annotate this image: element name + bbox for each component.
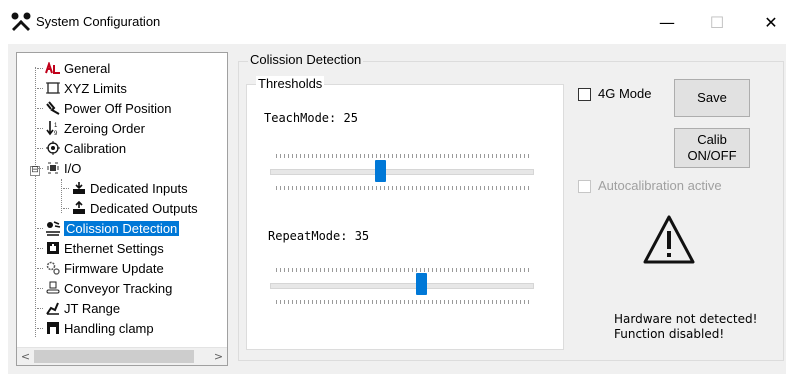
close-button[interactable]: ✕ xyxy=(748,0,794,44)
tree-item-label: Firmware Update xyxy=(64,260,164,276)
tree-item-collision-detection[interactable]: Colission Detection xyxy=(37,218,180,238)
repeat-mode-slider-track[interactable] xyxy=(270,283,534,289)
xyz-limits-icon xyxy=(45,80,61,96)
dedicated-outputs-icon xyxy=(71,200,87,216)
4g-mode-label: 4G Mode xyxy=(598,86,652,101)
warning-triangle-icon xyxy=(643,215,695,264)
tree-item-label: General xyxy=(64,60,111,76)
tree-item-label: Colission Detection xyxy=(64,220,180,236)
calib-label-line2: ON/OFF xyxy=(687,148,737,163)
tree-item-handling-clamp[interactable]: Handling clamp xyxy=(37,318,154,338)
calibration-icon xyxy=(45,140,61,156)
teach-mode-label: TeachMode: 25 xyxy=(264,111,358,125)
window-title: System Configuration xyxy=(36,14,161,29)
calib-label-line1: Calib xyxy=(697,132,727,147)
tree-item-jt-range[interactable]: JT Range xyxy=(37,298,120,318)
collision-detection-title: Colission Detection xyxy=(248,52,364,67)
warning-message-line2: Function disabled! xyxy=(614,327,725,341)
scroll-thumb[interactable] xyxy=(34,350,194,363)
tree-item-general[interactable]: General xyxy=(37,58,110,78)
clamp-icon xyxy=(45,320,61,336)
svg-text:9: 9 xyxy=(54,131,58,136)
conveyor-icon xyxy=(45,280,61,296)
autocalibration-label: Autocalibration active xyxy=(598,178,722,193)
tree-item-label: Dedicated Outputs xyxy=(90,200,198,216)
repeat-ticks-top xyxy=(276,268,532,272)
repeat-mode-label: RepeatMode: 35 xyxy=(268,229,370,243)
tree-item-label: Calibration xyxy=(64,140,127,156)
dedicated-inputs-icon xyxy=(71,180,87,196)
tree-item-dedicated-outputs[interactable]: Dedicated Outputs xyxy=(63,198,198,218)
settings-tree[interactable]: ⊟ General XYZ Limits Power Off Position … xyxy=(16,52,228,366)
autocalibration-checkbox[interactable] xyxy=(578,180,591,193)
tree-item-xyz-limits[interactable]: XYZ Limits xyxy=(37,78,127,98)
general-icon xyxy=(45,60,61,76)
save-button[interactable]: Save xyxy=(674,79,750,117)
repeat-mode-slider-thumb[interactable] xyxy=(416,273,428,295)
tree-item-label: JT Range xyxy=(64,300,121,316)
tree-item-conveyor-tracking[interactable]: Conveyor Tracking xyxy=(37,278,172,298)
tree-item-power-off-position[interactable]: Power Off Position xyxy=(37,98,171,118)
calib-on-off-button[interactable]: Calib ON/OFF xyxy=(674,128,750,168)
repeat-ticks-bottom xyxy=(276,300,532,304)
scroll-right-icon[interactable]: > xyxy=(210,348,227,365)
collision-icon xyxy=(45,220,61,236)
scroll-left-icon[interactable]: < xyxy=(17,348,34,365)
teach-ticks-top xyxy=(276,154,532,158)
tree-item-label: Ethernet Settings xyxy=(64,240,164,256)
warning-message-line1: Hardware not detected! xyxy=(614,312,758,326)
tree-item-calibration[interactable]: Calibration xyxy=(37,138,126,158)
tree-connector xyxy=(61,179,62,213)
4g-mode-checkbox[interactable] xyxy=(578,88,591,101)
power-off-icon xyxy=(45,100,61,116)
tree-item-label: I/O xyxy=(64,160,82,176)
tree-item-io[interactable]: I/O xyxy=(37,158,81,178)
tree-item-label: Conveyor Tracking xyxy=(64,280,173,296)
tree-item-zeroing-order[interactable]: 19 Zeroing Order xyxy=(37,118,145,138)
tree-item-label: Handling clamp xyxy=(64,320,154,336)
tree-item-label: XYZ Limits xyxy=(64,80,127,96)
title-bar: System Configuration — ☐ ✕ xyxy=(0,0,794,44)
tree-horizontal-scrollbar[interactable]: < > xyxy=(17,347,227,365)
tree-item-label: Dedicated Inputs xyxy=(90,180,188,196)
teach-mode-slider-thumb[interactable] xyxy=(374,160,386,182)
io-icon xyxy=(45,160,61,176)
minimize-button[interactable]: — xyxy=(644,0,690,44)
zeroing-order-icon: 19 xyxy=(45,120,61,136)
teach-mode-slider-track[interactable] xyxy=(270,169,534,175)
teach-ticks-bottom xyxy=(276,186,532,190)
maximize-button[interactable]: ☐ xyxy=(694,0,740,44)
thresholds-title: Thresholds xyxy=(256,76,325,91)
jt-range-icon xyxy=(45,300,61,316)
tree-item-firmware-update[interactable]: Firmware Update xyxy=(37,258,164,278)
firmware-icon xyxy=(45,260,61,276)
svg-text:1: 1 xyxy=(54,123,58,129)
tree-item-label: Zeroing Order xyxy=(64,120,145,136)
tree-item-dedicated-inputs[interactable]: Dedicated Inputs xyxy=(63,178,188,198)
tree-item-ethernet-settings[interactable]: Ethernet Settings xyxy=(37,238,164,258)
tree-connector xyxy=(35,67,36,337)
tools-icon xyxy=(11,12,31,31)
ethernet-icon xyxy=(45,240,61,256)
tree-item-label: Power Off Position xyxy=(64,100,172,116)
